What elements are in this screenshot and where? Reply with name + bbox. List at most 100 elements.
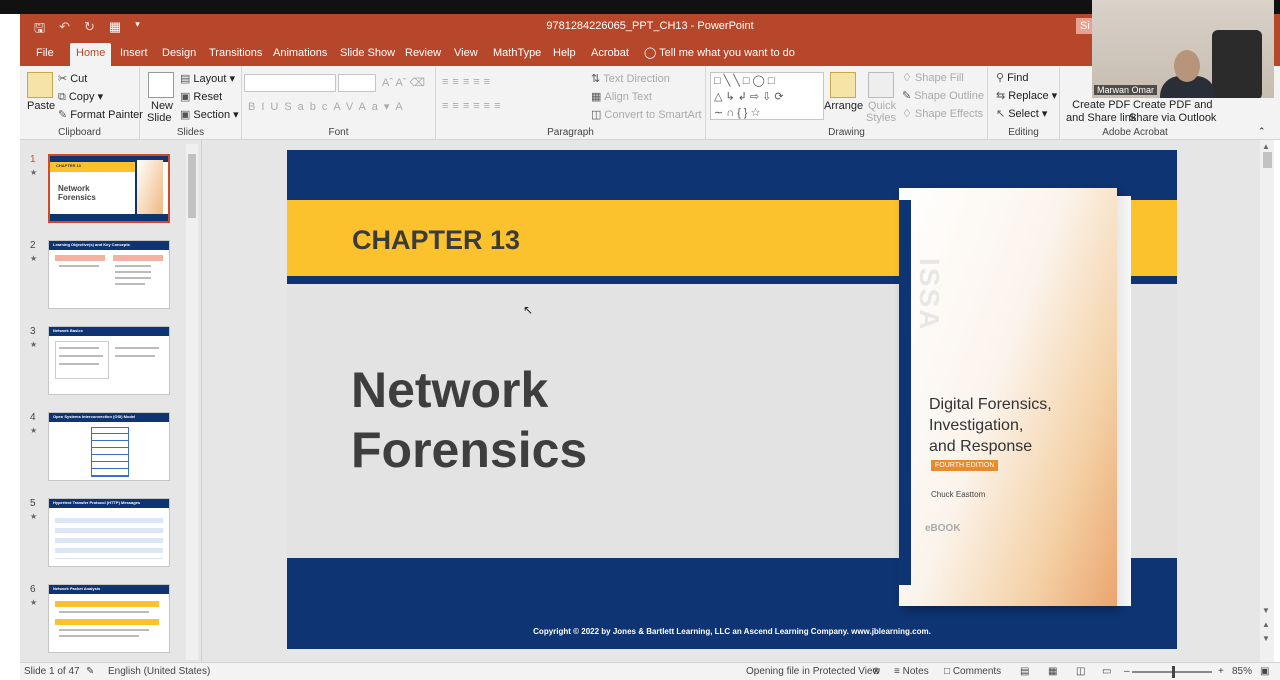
slide-scroll-thumb[interactable] bbox=[1263, 152, 1272, 168]
tab-mathtype[interactable]: MathType bbox=[487, 43, 547, 66]
convert-smartart-button[interactable]: ◫ Convert to SmartArt bbox=[591, 108, 702, 121]
slide-thumbnail-6[interactable]: Network Packet Analysis bbox=[48, 584, 170, 653]
section-button[interactable]: ▣ Section ▾ bbox=[180, 108, 239, 121]
new-slide-label-2[interactable]: Slide bbox=[147, 112, 171, 124]
new-slide-label-1[interactable]: New bbox=[151, 100, 173, 112]
tab-review[interactable]: Review bbox=[399, 43, 447, 66]
shape-effects-button[interactable]: ♢ Shape Effects bbox=[902, 107, 983, 120]
zoom-level[interactable]: 85% bbox=[1232, 666, 1252, 677]
font-format-buttons[interactable]: BIUSabcAVAa▾A bbox=[248, 100, 409, 113]
tab-transitions[interactable]: Transitions bbox=[203, 43, 268, 66]
comments-button[interactable]: □ Comments bbox=[944, 666, 1001, 677]
thumb-line bbox=[59, 363, 99, 365]
previous-slide-icon[interactable]: ▲ bbox=[1262, 620, 1270, 629]
layout-button[interactable]: ▤ Layout ▾ bbox=[180, 72, 235, 85]
find-button[interactable]: ⚲ Find bbox=[996, 71, 1028, 84]
paste-icon[interactable] bbox=[27, 72, 53, 98]
cancel-icon[interactable]: ⊗ bbox=[872, 666, 880, 677]
zoom-out-icon[interactable]: – bbox=[1124, 666, 1130, 677]
thumb-title: Network Basics bbox=[53, 328, 83, 333]
tab-help[interactable]: Help bbox=[547, 43, 582, 66]
new-slide-icon[interactable] bbox=[148, 72, 174, 98]
webcam-name-label: Marwan Omar bbox=[1094, 85, 1158, 95]
slide-thumbnail-4[interactable]: Open Systems Interconnection (OSI) Model bbox=[48, 412, 170, 481]
shapes-gallery[interactable]: □╲╲□◯□ △↳↲⇨⇩⟳ ∼∩{}☆ bbox=[710, 72, 824, 120]
font-name-box[interactable] bbox=[244, 74, 336, 92]
select-button[interactable]: ↖ Select ▾ bbox=[996, 107, 1047, 120]
align-text-button[interactable]: ▦ Align Text bbox=[591, 90, 652, 103]
tab-insert[interactable]: Insert bbox=[114, 43, 154, 66]
font-size-box[interactable] bbox=[338, 74, 376, 92]
slide-title-line-2: Forensics bbox=[351, 422, 588, 478]
next-slide-icon[interactable]: ▼ bbox=[1262, 634, 1270, 643]
shape-outline-button[interactable]: ✎ Shape Outline bbox=[902, 89, 984, 102]
create-pdf-share-link-button[interactable]: Create PDF and Share link bbox=[1066, 99, 1136, 125]
text-direction-button[interactable]: ⇅ Text Direction bbox=[591, 72, 670, 85]
zoom-slider[interactable] bbox=[1132, 666, 1212, 678]
tab-design[interactable]: Design bbox=[156, 43, 202, 66]
slide-thumbnail-2[interactable]: Learning Objective(s) and Key Concepts bbox=[48, 240, 170, 309]
language-indicator[interactable]: English (United States) bbox=[108, 666, 210, 677]
tab-home[interactable]: Home bbox=[70, 43, 112, 66]
notes-button[interactable]: ≡ Notes bbox=[894, 666, 929, 677]
thumbnail-scroll-thumb[interactable] bbox=[188, 154, 196, 218]
thumb-line bbox=[59, 265, 99, 267]
protected-view-status: Opening file in Protected View bbox=[746, 666, 880, 677]
slide-number: 5 bbox=[30, 498, 36, 509]
slide-chapter-label[interactable]: CHAPTER 13 bbox=[352, 225, 520, 256]
drawing-label: Drawing bbox=[828, 127, 865, 138]
paste-button[interactable]: Paste bbox=[27, 100, 55, 112]
left-margin bbox=[0, 14, 20, 680]
zoom-in-icon[interactable]: + bbox=[1218, 666, 1224, 677]
scroll-down-icon[interactable]: ▼ bbox=[1262, 606, 1270, 615]
copy-button[interactable]: ⧉ Copy ▾ bbox=[58, 90, 103, 104]
arrange-icon[interactable] bbox=[830, 72, 856, 98]
spellcheck-icon[interactable]: ✎ bbox=[86, 666, 94, 677]
tab-slide-show[interactable]: Slide Show bbox=[334, 43, 401, 66]
quick-styles-icon[interactable] bbox=[868, 72, 894, 98]
tab-acrobat[interactable]: Acrobat bbox=[585, 43, 635, 66]
font-label: Font bbox=[328, 127, 349, 138]
quick-styles-label-2[interactable]: Styles bbox=[866, 112, 896, 124]
text-direction-icon: ⇅ bbox=[591, 73, 601, 85]
tab-file[interactable]: File bbox=[30, 43, 60, 66]
fit-slide-icon[interactable]: ▣ bbox=[1260, 666, 1269, 677]
thumbnail-scrollbar[interactable] bbox=[186, 144, 198, 660]
arrange-button[interactable]: Arrange bbox=[824, 100, 863, 112]
align-buttons[interactable]: ≡≡≡≡≡≡ bbox=[442, 100, 505, 112]
current-slide[interactable]: CHAPTER 13 Network Forensics Copyright ©… bbox=[287, 150, 1177, 649]
reset-button[interactable]: ▣ Reset bbox=[180, 90, 222, 103]
thumb-title: Network Packet Analysis bbox=[53, 586, 101, 591]
pointer-icon: ↖ bbox=[996, 108, 1006, 120]
slide-sorter-icon[interactable]: ▦ bbox=[1048, 666, 1057, 677]
ebook-badge: eBOOK bbox=[925, 523, 989, 545]
book-page-edge bbox=[1117, 196, 1131, 606]
slide-thumbnail-1[interactable]: CHAPTER 13 Network Forensics bbox=[48, 154, 170, 223]
list-buttons[interactable]: ≡≡≡≡≡ bbox=[442, 76, 494, 88]
tab-view[interactable]: View bbox=[448, 43, 484, 66]
slide-title[interactable]: Network Forensics bbox=[351, 360, 751, 480]
reading-view-icon[interactable]: ◫ bbox=[1076, 666, 1085, 677]
shape-fill-button[interactable]: ♢ Shape Fill bbox=[902, 71, 964, 84]
create-pdf-outlook-button[interactable]: Create PDF and Share via Outlook bbox=[1129, 99, 1216, 125]
font-size-buttons[interactable]: Aˆ Aˇ ⌫ bbox=[382, 76, 425, 89]
animation-star-icon: ★ bbox=[30, 340, 38, 349]
format-painter-button[interactable]: ✎ Format Painter bbox=[58, 108, 143, 121]
zoom-slider-knob[interactable] bbox=[1172, 666, 1175, 678]
slide-scrollbar[interactable]: ▲ ▼ ▲ ▼ bbox=[1260, 140, 1274, 662]
slideshow-view-icon[interactable]: ▭ bbox=[1102, 666, 1111, 677]
collapse-ribbon-icon[interactable]: ⌃ bbox=[1258, 126, 1266, 137]
tell-me-box[interactable]: ◯ Tell me what you want to do bbox=[638, 43, 801, 66]
slide-copyright[interactable]: Copyright © 2022 by Jones & Bartlett Lea… bbox=[287, 627, 1177, 636]
cut-button[interactable]: ✂ Cut bbox=[58, 72, 87, 85]
slide-thumbnail-3[interactable]: Network Basics bbox=[48, 326, 170, 395]
animation-star-icon: ★ bbox=[30, 254, 38, 263]
slide-thumbnail-5[interactable]: Hypertext Transfer Protocol (HTTP) Messa… bbox=[48, 498, 170, 567]
quick-styles-label-1[interactable]: Quick bbox=[868, 100, 896, 112]
scroll-up-icon[interactable]: ▲ bbox=[1262, 142, 1270, 151]
ebook-badge-text: eBOOK bbox=[925, 523, 961, 534]
replace-button[interactable]: ⇆ Replace ▾ bbox=[996, 89, 1057, 102]
tab-animations[interactable]: Animations bbox=[267, 43, 333, 66]
book-cover-image[interactable]: ISSA Digital Forensics, Investigation, a… bbox=[899, 188, 1131, 606]
normal-view-icon[interactable]: ▤ bbox=[1020, 666, 1029, 677]
